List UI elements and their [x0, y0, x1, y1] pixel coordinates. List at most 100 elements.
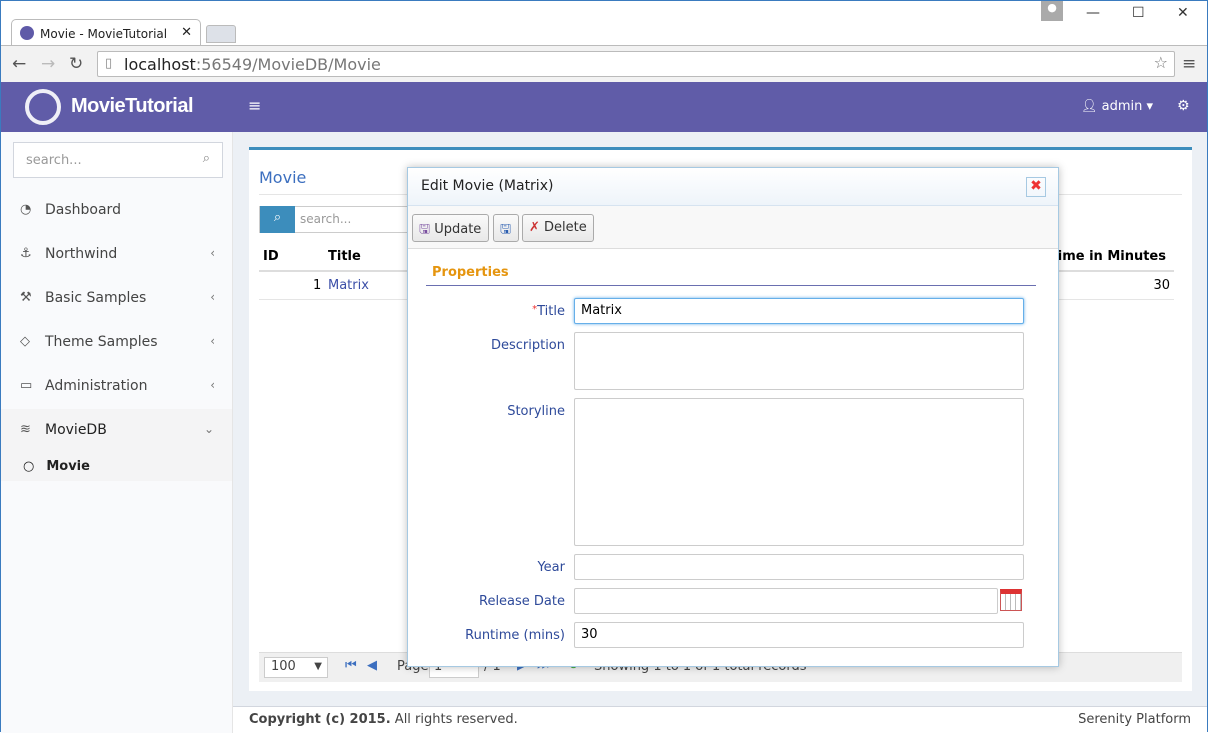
prev-page-icon[interactable]: ◀ — [367, 658, 377, 673]
chevron-left-icon: ‹ — [210, 290, 215, 304]
minimize-button[interactable]: — — [1086, 5, 1100, 21]
logo-icon — [25, 89, 61, 125]
reload-icon[interactable]: ↻ — [69, 54, 83, 74]
cell-id: 1 — [313, 278, 322, 293]
label: Northwind — [45, 246, 118, 262]
year-label: Year — [537, 560, 565, 575]
sidebar-search-input[interactable]: search... ⌕ — [13, 142, 223, 178]
browser-tabstrip: Movie - MovieTutorial ✕ ● — ☐ ✕ — [1, 1, 1207, 47]
maximize-button[interactable]: ☐ — [1132, 5, 1145, 21]
properties-section-title: Properties — [426, 265, 1036, 286]
diamond-icon: ◇ — [20, 334, 30, 349]
sidebar-item-basic-samples[interactable]: ⚒ Basic Samples ‹ — [1, 277, 233, 321]
circle-icon: ○ — [23, 459, 35, 474]
dialog-title: Edit Movie (Matrix) — [421, 178, 554, 194]
chevron-left-icon: ‹ — [210, 246, 215, 260]
runtime-label: Runtime (mins) — [465, 628, 565, 643]
label: MovieDB — [45, 422, 107, 438]
save-icon: 🖫︎ — [419, 222, 431, 237]
label: Theme Samples — [45, 334, 158, 350]
first-page-icon[interactable]: ⏮ — [345, 658, 357, 673]
runtime-input[interactable]: 30 — [574, 622, 1024, 648]
sidebar-item-theme-samples[interactable]: ◇ Theme Samples ‹ — [1, 321, 233, 365]
column-title[interactable]: Title — [328, 249, 361, 264]
search-icon: ⌕ — [260, 206, 295, 233]
label: Dashboard — [45, 202, 121, 218]
grid-title: Movie — [259, 168, 307, 187]
moviedb-group: ≋ MovieDB ⌄ ○ Movie — [1, 409, 232, 481]
column-id[interactable]: ID — [263, 249, 279, 264]
close-window-button[interactable]: ✕ — [1177, 5, 1189, 21]
address-bar[interactable]: ▯ localhost:56549/MovieDB/Movie ☆ — [97, 51, 1175, 77]
brand[interactable]: MovieTutorial — [71, 95, 194, 118]
edit-movie-dialog: Edit Movie (Matrix) ✖ 🖫︎ Update 🖫︎ ✗ Del… — [407, 167, 1059, 667]
save-check-icon: 🖫︎ — [500, 222, 512, 237]
placeholder: search... — [300, 212, 352, 226]
title-input[interactable]: Matrix — [574, 298, 1024, 324]
browser-tab[interactable]: Movie - MovieTutorial ✕ — [11, 19, 201, 47]
page-size-select[interactable]: 100 ▼ — [264, 657, 328, 678]
label: Movie — [46, 459, 90, 474]
dashboard-icon: ◔ — [20, 202, 32, 217]
desktop-icon: ▭ — [20, 378, 33, 393]
sidebar: search... ⌕ ◔ Dashboard ⚓ Northwind ‹ ⚒ Basic… — [1, 132, 233, 733]
update-button[interactable]: 🖫︎ Update — [412, 214, 489, 242]
profile-icon[interactable]: ● — [1041, 1, 1063, 21]
user-name: admin — [1101, 99, 1143, 114]
label: Update — [434, 222, 482, 237]
sidebar-item-moviedb[interactable]: ≋ MovieDB ⌄ — [1, 409, 232, 453]
dialog-titlebar[interactable]: Edit Movie (Matrix) ✖ — [408, 168, 1058, 206]
year-input[interactable] — [574, 554, 1024, 580]
sidebar-item-northwind[interactable]: ⚓ Northwind ‹ — [1, 233, 233, 277]
close-tab-icon[interactable]: ✕ — [181, 25, 192, 40]
tab-title: Movie - MovieTutorial — [40, 27, 168, 41]
copyright: Copyright (c) 2015. — [249, 712, 391, 727]
delete-button[interactable]: ✗ Delete — [522, 214, 594, 242]
description-label: Description — [490, 338, 565, 353]
forward-icon[interactable]: → — [41, 54, 55, 74]
calendar-icon[interactable] — [1000, 589, 1022, 611]
value: 100 — [271, 659, 296, 674]
browser-toolbar: ← → ↻ ▯ localhost:56549/MovieDB/Movie ☆ ≡ — [1, 45, 1207, 82]
settings-gears-icon[interactable]: ⚙ — [1177, 98, 1190, 114]
footer: Copyright (c) 2015. All rights reserved.… — [233, 706, 1207, 733]
bookmark-star-icon[interactable]: ☆ — [1154, 53, 1168, 72]
apply-changes-button[interactable]: 🖫︎ — [493, 214, 519, 242]
cell-runtime: 30 — [1153, 278, 1170, 293]
title-label: Title — [537, 304, 565, 319]
chevron-left-icon: ‹ — [210, 378, 215, 392]
search-placeholder: search... — [26, 153, 82, 168]
description-textarea[interactable] — [574, 332, 1024, 390]
label: Delete — [544, 220, 587, 235]
layers-icon: ≋ — [20, 422, 31, 437]
label: Administration — [45, 378, 148, 394]
app-header: MovieTutorial ≡ 👤︎ admin ▾ ⚙ — [1, 82, 1207, 132]
new-tab-button[interactable] — [206, 25, 236, 43]
delete-x-icon: ✗ — [529, 220, 540, 235]
sidebar-item-dashboard[interactable]: ◔ Dashboard — [1, 189, 233, 233]
url-host: localhost — [124, 55, 196, 74]
url-path: :56549/MovieDB/Movie — [195, 55, 381, 74]
sidebar-item-administration[interactable]: ▭ Administration ‹ — [1, 365, 233, 409]
sidebar-subitem-movie[interactable]: ○ Movie — [23, 459, 90, 474]
label: Basic Samples — [45, 290, 147, 306]
search-icon: ⌕ — [202, 151, 210, 166]
storyline-textarea[interactable] — [574, 398, 1024, 546]
magic-icon: ⚒ — [20, 290, 32, 305]
chevron-down-icon: ⌄ — [203, 422, 214, 436]
close-dialog-button[interactable]: ✖ — [1026, 177, 1046, 197]
anchor-icon: ⚓ — [20, 246, 32, 261]
page-icon: ▯ — [105, 56, 113, 71]
chevron-left-icon: ‹ — [210, 334, 215, 348]
release-date-input[interactable] — [574, 588, 998, 614]
storyline-label: Storyline — [507, 404, 565, 419]
grid-search-input[interactable]: ⌕ search... — [259, 206, 409, 233]
user-icon: 👤︎ — [1081, 99, 1102, 114]
user-menu[interactable]: 👤︎ admin ▾ — [1081, 99, 1153, 114]
sidebar-toggle-icon[interactable]: ≡ — [248, 96, 261, 115]
platform-link[interactable]: Serenity Platform — [1078, 712, 1191, 727]
cell-title-link[interactable]: Matrix — [328, 278, 369, 293]
favicon-icon — [20, 26, 34, 40]
back-icon[interactable]: ← — [12, 54, 26, 74]
menu-icon[interactable]: ≡ — [1182, 54, 1196, 74]
